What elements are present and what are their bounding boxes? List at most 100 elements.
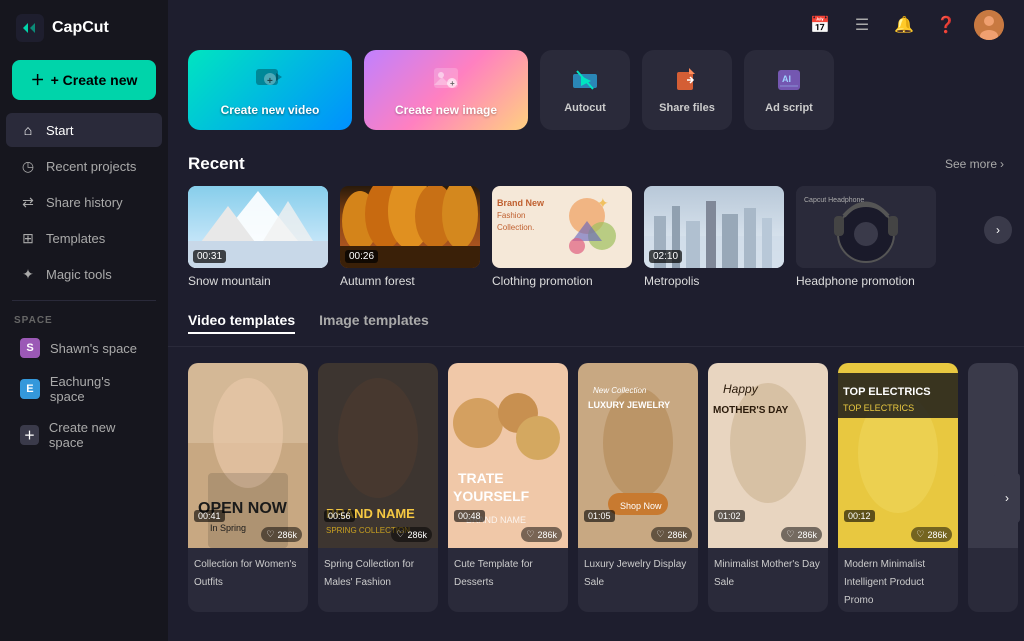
- top-bar: 📅 ☰ 🔔 ❓: [168, 0, 1024, 50]
- sidebar-item-recent[interactable]: ◷ Recent projects: [6, 149, 162, 183]
- duration-badge-1: 00:31: [193, 250, 226, 263]
- eachung-avatar: E: [20, 379, 40, 399]
- autocut-card[interactable]: Autocut: [540, 50, 630, 130]
- template-duration-6: 00:12: [844, 510, 875, 522]
- template-duration-4: 01:05: [584, 510, 615, 522]
- create-image-card[interactable]: + Create new image: [364, 50, 528, 130]
- recent-items-row: 00:31 Snow mountain: [168, 186, 1024, 308]
- grid-icon: ⊞: [20, 230, 36, 246]
- avatar-image: [974, 10, 1004, 40]
- template-card-1[interactable]: OPEN NOW In Spring 00:41 ♡286k Collectio…: [188, 363, 308, 612]
- headphone-thumb: Capcut Headphone: [796, 186, 936, 268]
- plus-icon: ＋: [31, 70, 45, 90]
- svg-text:Shop Now: Shop Now: [620, 501, 662, 511]
- svg-text:✦: ✦: [597, 195, 609, 211]
- create-video-card[interactable]: + Create new video: [188, 50, 352, 130]
- recent-name-3: Clothing promotion: [492, 274, 632, 288]
- wand-icon: ✦: [20, 266, 36, 282]
- add-space-icon: ＋: [20, 425, 39, 445]
- ad-script-card[interactable]: AI Ad script: [744, 50, 834, 130]
- tab-video-templates[interactable]: Video templates: [188, 308, 295, 334]
- template-card-5[interactable]: Happy MOTHER'S DAY 01:02 ♡286k Minimalis…: [708, 363, 828, 612]
- recent-item-4[interactable]: 02:10 Metropolis: [644, 186, 784, 288]
- calendar-icon[interactable]: 📅: [806, 11, 834, 39]
- template-card-3[interactable]: TRATE YOURSELF BRAND NAME 00:48 ♡286k Cu…: [448, 363, 568, 612]
- template-duration-5: 01:02: [714, 510, 745, 522]
- see-more-button[interactable]: See more ›: [945, 157, 1004, 171]
- autocut-icon: [571, 66, 599, 94]
- svg-text:Happy: Happy: [723, 382, 759, 396]
- help-icon[interactable]: ❓: [932, 11, 960, 39]
- template-name-1: Collection for Women's Outfits: [194, 559, 296, 588]
- main-content: 📅 ☰ 🔔 ❓ + Create new video: [168, 0, 1024, 641]
- svg-text:Brand New: Brand New: [497, 198, 545, 208]
- template-duration-1: 00:41: [194, 510, 225, 522]
- logo: CapCut: [0, 0, 168, 56]
- svg-text:TRATE: TRATE: [458, 470, 504, 486]
- clock-icon: ◷: [20, 158, 36, 174]
- image-icon: +: [430, 63, 462, 95]
- bell-icon[interactable]: 🔔: [890, 11, 918, 39]
- templates-next-button[interactable]: ›: [994, 473, 1020, 523]
- tab-image-templates[interactable]: Image templates: [319, 308, 429, 334]
- recent-section-header: Recent See more ›: [168, 150, 1024, 186]
- template-likes-2: ♡286k: [391, 527, 432, 542]
- clothing-promo-thumb: Brand New Fashion Collection. ✦: [492, 186, 632, 268]
- svg-text:+: +: [450, 79, 455, 88]
- svg-text:New Collection: New Collection: [593, 386, 647, 395]
- duration-badge-2: 00:26: [345, 250, 378, 263]
- autumn-forest-thumb: 00:26: [340, 186, 480, 268]
- template-likes-1: ♡286k: [261, 527, 302, 542]
- video-icon: +: [254, 63, 286, 95]
- svg-text:YOURSELF: YOURSELF: [453, 488, 530, 504]
- recent-item-3[interactable]: Brand New Fashion Collection. ✦ Clothing…: [492, 186, 632, 288]
- recent-name-5: Headphone promotion: [796, 274, 936, 288]
- template-name-2: Spring Collection for Males' Fashion: [324, 559, 414, 588]
- sidebar: CapCut ＋ + Create new ⌂ Start ◷ Recent p…: [0, 0, 168, 641]
- svg-text:+: +: [267, 76, 273, 87]
- templates-tabs-row: Video templates Image templates: [168, 308, 1024, 347]
- menu-icon[interactable]: ☰: [848, 11, 876, 39]
- svg-text:Capcut Headphone: Capcut Headphone: [804, 197, 864, 204]
- recent-item-1[interactable]: 00:31 Snow mountain: [188, 186, 328, 288]
- sidebar-item-create-space[interactable]: ＋ Create new space: [6, 413, 162, 457]
- svg-text:In Spring: In Spring: [210, 523, 246, 533]
- svg-text:AI: AI: [782, 74, 791, 84]
- recent-next-button[interactable]: ›: [984, 216, 1012, 244]
- sidebar-item-start[interactable]: ⌂ Start: [6, 113, 162, 147]
- template-card-4[interactable]: New Collection LUXURY JEWELRY Shop Now 0…: [578, 363, 698, 612]
- capcut-logo-icon: [16, 14, 44, 42]
- sidebar-divider: [12, 300, 156, 301]
- app-name: CapCut: [52, 19, 109, 37]
- sidebar-item-shawn-space[interactable]: S Shawn's space: [6, 331, 162, 365]
- svg-text:TOP ELECTRICS: TOP ELECTRICS: [843, 403, 914, 413]
- create-new-button[interactable]: ＋ + Create new: [12, 60, 156, 100]
- svg-text:Fashion: Fashion: [497, 211, 525, 220]
- recent-name-4: Metropolis: [644, 274, 784, 288]
- template-likes-6: ♡286k: [911, 527, 952, 542]
- template-name-3: Cute Template for Desserts: [454, 559, 533, 588]
- sidebar-item-eachung-space[interactable]: E Eachung's space: [6, 367, 162, 411]
- home-icon: ⌂: [20, 122, 36, 138]
- sidebar-item-magic[interactable]: ✦ Magic tools: [6, 257, 162, 291]
- duration-badge-4: 02:10: [649, 250, 682, 263]
- shawn-avatar: S: [20, 338, 40, 358]
- svg-text:LUXURY JEWELRY: LUXURY JEWELRY: [588, 400, 670, 410]
- recent-title: Recent: [188, 154, 245, 174]
- user-avatar[interactable]: [974, 10, 1004, 40]
- ad-script-icon: AI: [775, 66, 803, 94]
- svg-text:TOP ELECTRICS: TOP ELECTRICS: [843, 386, 931, 398]
- quick-actions-row: + Create new video + Create new image Au…: [168, 50, 1024, 150]
- template-cards-row: OPEN NOW In Spring 00:41 ♡286k Collectio…: [168, 363, 1024, 632]
- svg-text:MOTHER'S DAY: MOTHER'S DAY: [713, 405, 789, 416]
- metropolis-thumb: 02:10: [644, 186, 784, 268]
- recent-item-2[interactable]: 00:26 Autumn forest: [340, 186, 480, 288]
- template-duration-2: 00:56: [324, 510, 355, 522]
- template-card-2[interactable]: BRAND NAME SPRING COLLECTION 00:56 ♡286k…: [318, 363, 438, 612]
- template-card-6[interactable]: TOP ELECTRICS TOP ELECTRICS 00:12 ♡286k …: [838, 363, 958, 612]
- recent-item-5[interactable]: Capcut Headphone Headphone promotion: [796, 186, 936, 288]
- sidebar-item-share[interactable]: ⇄ Share history: [6, 185, 162, 219]
- share-icon: [673, 66, 701, 94]
- sidebar-item-templates[interactable]: ⊞ Templates: [6, 221, 162, 255]
- share-files-card[interactable]: Share files: [642, 50, 732, 130]
